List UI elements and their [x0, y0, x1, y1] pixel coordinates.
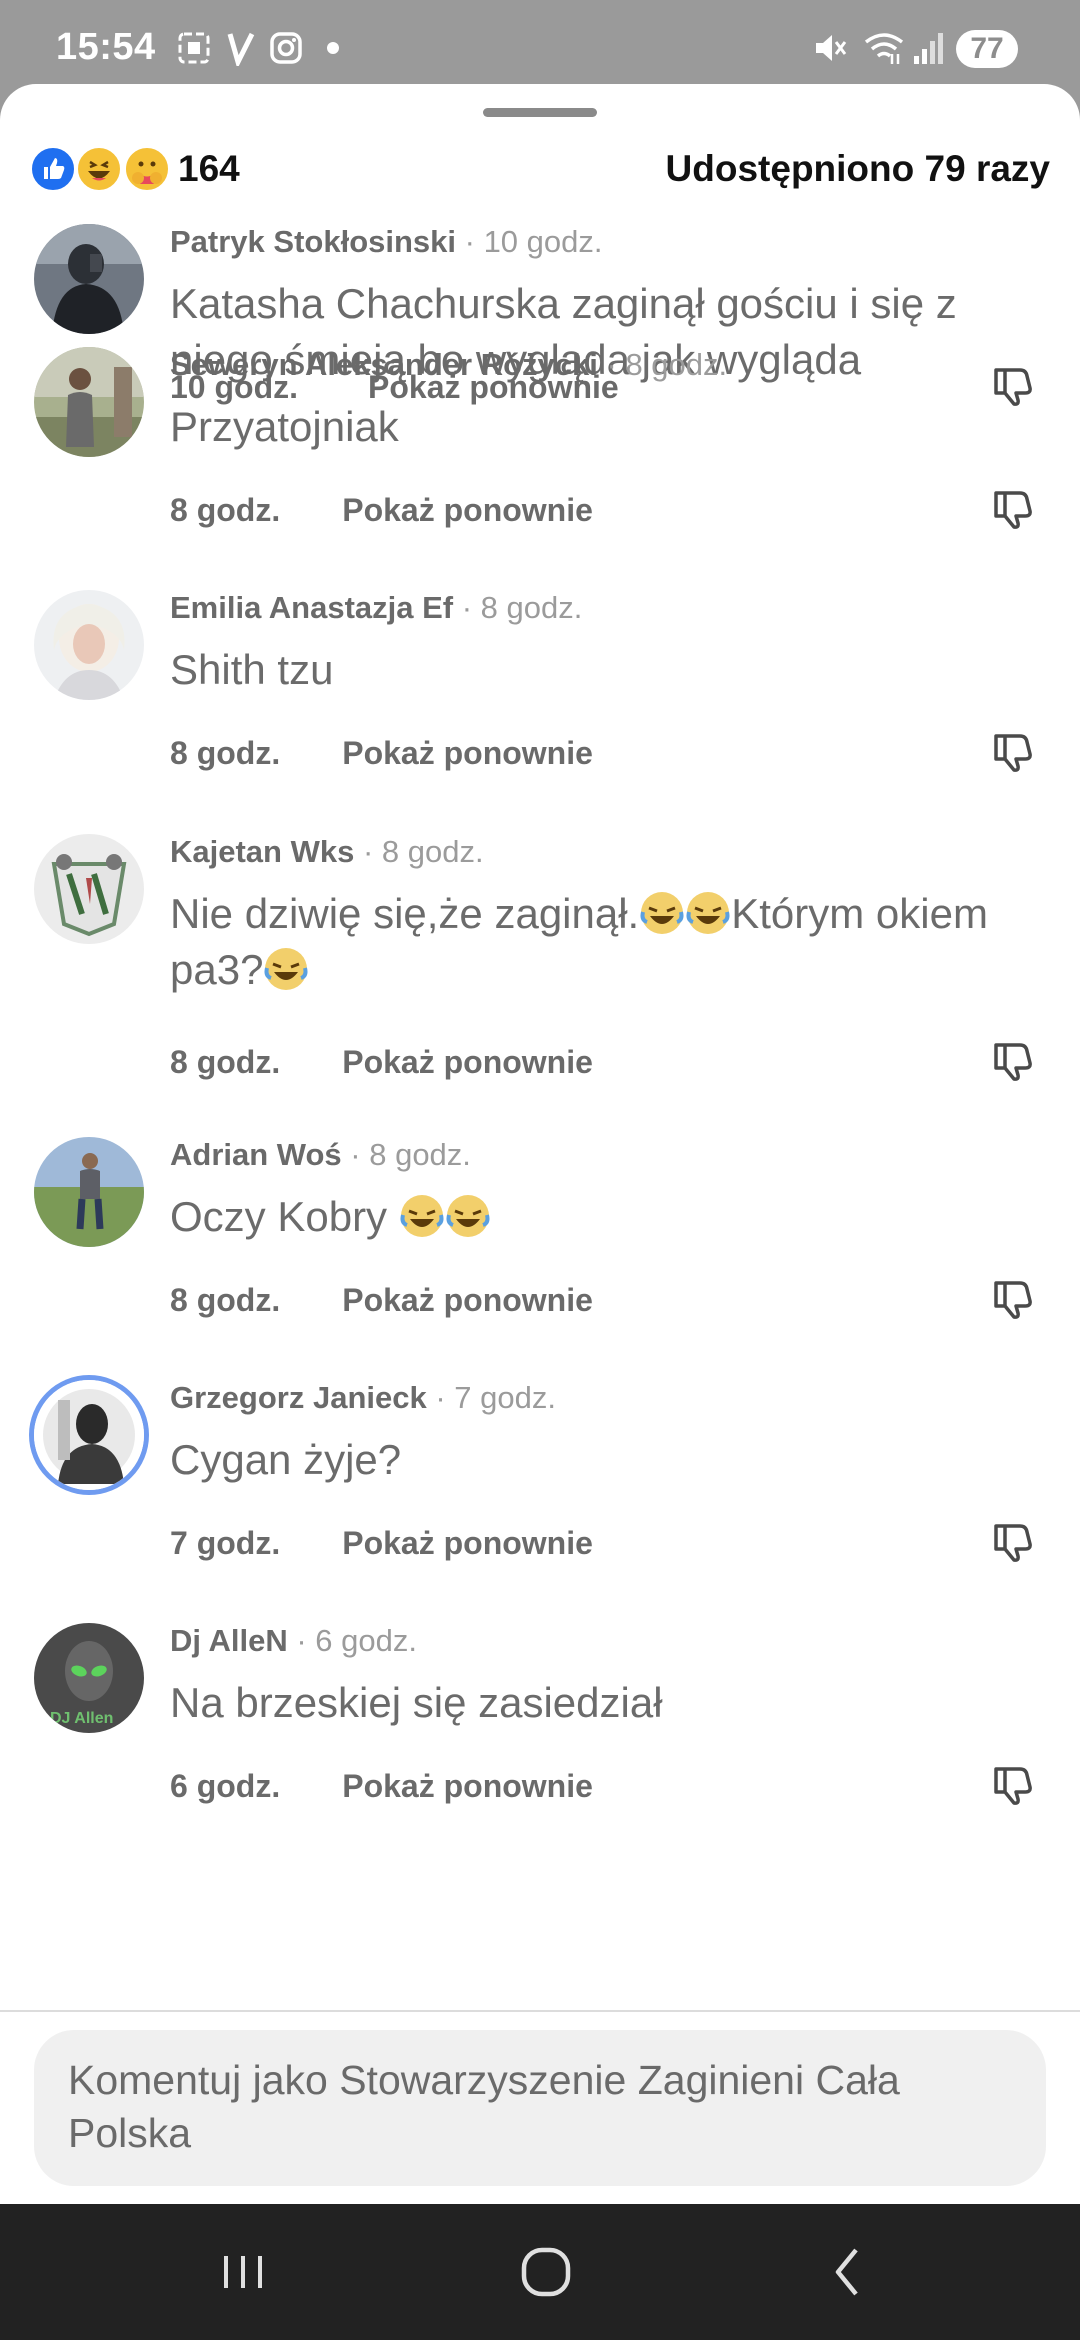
like-icon: [30, 146, 76, 192]
comment-input[interactable]: Komentuj jako Stowarzyszenie Zaginieni C…: [34, 2030, 1046, 2186]
composer-divider: [0, 2010, 1080, 2012]
instagram-icon: [268, 30, 304, 66]
laughing-emoji-icon: [399, 1193, 445, 1239]
signal-icon: [912, 30, 944, 66]
reaction-count: 164: [178, 148, 240, 189]
avatar[interactable]: [34, 347, 144, 457]
comment-item: Emilia Anastazja Ef · 8 godz. Shith tzu …: [0, 590, 1080, 790]
screenshot-icon: [176, 30, 212, 66]
show-again-button[interactable]: Pokaż ponownie: [342, 735, 593, 771]
dislike-icon[interactable]: [990, 1277, 1034, 1321]
comment-time: 8 godz.: [170, 1282, 281, 1318]
show-again-button[interactable]: Pokaż ponownie: [342, 1768, 593, 1804]
care-icon: [124, 146, 170, 192]
shares-count[interactable]: Udostępniono 79 razy: [666, 148, 1050, 190]
avatar[interactable]: [34, 224, 144, 334]
laughing-emoji-icon: [685, 890, 731, 936]
dislike-icon[interactable]: [990, 1763, 1034, 1807]
show-again-button[interactable]: Pokaż ponownie: [342, 1525, 593, 1561]
dislike-icon[interactable]: [990, 730, 1034, 774]
wifi-icon: [862, 30, 906, 66]
drag-handle[interactable]: [483, 108, 597, 117]
dislike-icon[interactable]: [990, 487, 1034, 531]
laughing-emoji-icon: [263, 946, 309, 992]
avatar[interactable]: [34, 1380, 144, 1490]
status-bar: 15:54 77: [0, 0, 1080, 90]
home-icon[interactable]: [516, 2242, 576, 2302]
comment-time: 8 godz.: [170, 1044, 281, 1080]
comment-text: Shith tzu: [170, 646, 334, 693]
comment-text: Przyatojniak: [170, 403, 399, 450]
comment-author[interactable]: Dj AlleN · 6 godz.: [170, 1623, 417, 1659]
comment-text: Oczy Kobry: [170, 1189, 1030, 1245]
comment-item: DJ Allen Dj AlleN · 6 godz. Na brzeskiej…: [0, 1623, 1080, 1823]
dot-icon: [326, 30, 340, 66]
comment-author[interactable]: Adrian Woś · 8 godz.: [170, 1137, 471, 1173]
comment-author[interactable]: Grzegorz Janieck · 7 godz.: [170, 1380, 556, 1416]
comment-footer: 7 godz. Pokaż ponownie: [170, 1525, 593, 1562]
comment-item: Adrian Woś · 8 godz. Oczy Kobry 8 godz. P…: [0, 1137, 1080, 1337]
battery-indicator: 77: [956, 30, 1018, 68]
comment-author[interactable]: Kajetan Wks · 8 godz.: [170, 834, 484, 870]
comment-footer: 8 godz. Pokaż ponownie: [170, 1044, 593, 1081]
comment-item: Seweryn Aleksander Różycki · 8 godz. Prz…: [0, 347, 1080, 547]
comment-footer: 6 godz. Pokaż ponownie: [170, 1768, 593, 1805]
comment-time: 6 godz.: [170, 1768, 281, 1804]
avatar[interactable]: [34, 1137, 144, 1247]
comment-time: 8 godz.: [170, 492, 281, 528]
comment-author[interactable]: Emilia Anastazja Ef · 8 godz.: [170, 590, 582, 626]
comment-footer: 8 godz. Pokaż ponownie: [170, 735, 593, 772]
comment-item: Grzegorz Janieck · 7 godz. Cygan żyje? 7…: [0, 1380, 1080, 1580]
avatar[interactable]: DJ Allen: [34, 1623, 144, 1733]
dislike-icon[interactable]: [990, 1520, 1034, 1564]
avatar[interactable]: [34, 834, 144, 944]
comment-footer: 8 godz. Pokaż ponownie: [170, 492, 593, 529]
laughing-emoji-icon: [639, 890, 685, 936]
comment-text: Cygan żyje?: [170, 1436, 402, 1483]
avatar[interactable]: [34, 590, 144, 700]
show-again-button[interactable]: Pokaż ponownie: [342, 492, 593, 528]
comment-text: Na brzeskiej się zasiedział: [170, 1679, 663, 1726]
comment-author[interactable]: Seweryn Aleksander Różycki · 8 godz.: [170, 347, 727, 383]
laughing-emoji-icon: [445, 1193, 491, 1239]
comment-text: Nie dziwię się,że zaginął. Którym okiem p…: [170, 890, 988, 993]
recent-apps-icon[interactable]: [218, 2242, 268, 2302]
comments-sheet: 164 Udostępniono 79 razy Patryk Stokłosi…: [0, 84, 1080, 2204]
show-again-button[interactable]: Pokaż ponownie: [342, 1044, 593, 1080]
comment-time: 7 godz.: [170, 1525, 281, 1561]
dislike-icon[interactable]: [990, 1039, 1034, 1083]
v-app-icon: [226, 30, 256, 66]
status-time: 15:54: [56, 26, 156, 68]
comment-author[interactable]: Patryk Stokłosinski · 10 godz.: [170, 224, 603, 260]
comment-item: Kajetan Wks · 8 godz. Nie dziwię się,że …: [0, 834, 1080, 1094]
reactions-summary[interactable]: 164 Udostępniono 79 razy: [30, 142, 1050, 198]
mute-icon: [812, 30, 848, 66]
comment-footer: 8 godz. Pokaż ponownie: [170, 1282, 593, 1319]
back-icon[interactable]: [826, 2242, 870, 2302]
avatar-logo-text: DJ Allen: [50, 1710, 113, 1727]
comment-time: 8 godz.: [170, 735, 281, 771]
system-nav-bar: [0, 2204, 1080, 2340]
haha-icon: [76, 146, 122, 192]
show-again-button[interactable]: Pokaż ponownie: [342, 1282, 593, 1318]
